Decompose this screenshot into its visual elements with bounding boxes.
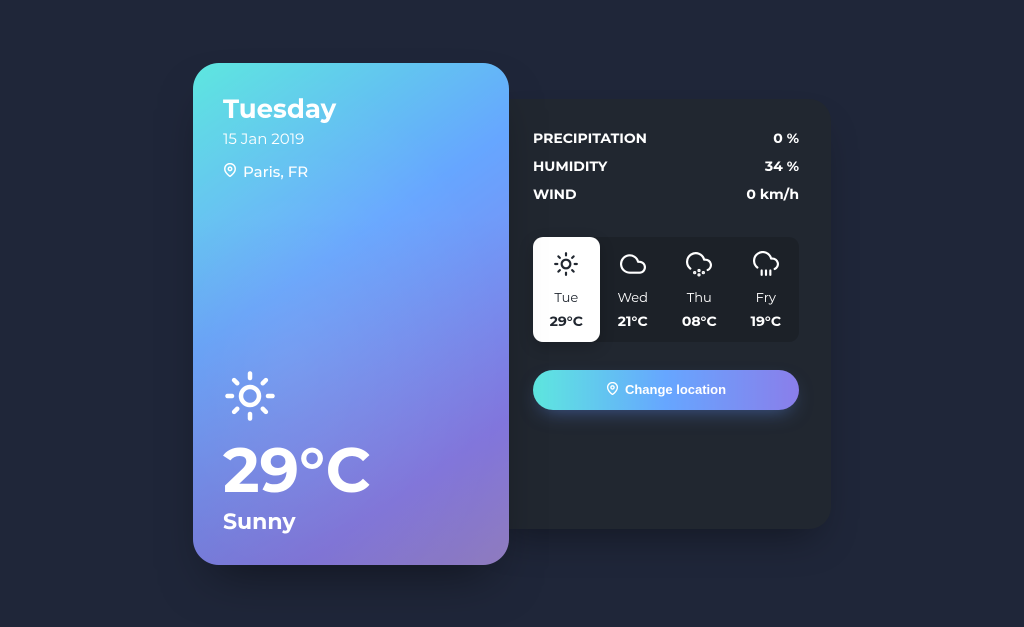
current-day: Tuesday <box>223 93 479 125</box>
current-temp: 29°C <box>223 438 371 503</box>
forecast-day: Fry <box>737 290 796 306</box>
forecast-day: Wed <box>604 290 663 306</box>
current-date: 15 Jan 2019 <box>223 129 479 148</box>
current-condition: Sunny <box>223 508 371 535</box>
forecast-temp: 29°C <box>537 312 596 330</box>
weather-summary: 29°C Sunny <box>223 369 371 534</box>
stats-list: Precipitation 0 % Humidity 34 % Wind 0 k… <box>533 129 799 213</box>
button-label: Change location <box>625 382 726 397</box>
forecast-temp: 19°C <box>737 312 796 330</box>
location-row: Paris, FR <box>223 162 479 181</box>
rain-icon <box>753 271 779 290</box>
stat-humidity: Humidity 34 % <box>533 157 799 175</box>
stat-label: Precipitation <box>533 129 647 147</box>
weather-header: Tuesday 15 Jan 2019 Paris, FR <box>223 93 479 181</box>
stat-label: Wind <box>533 185 577 203</box>
weather-card-main: Tuesday 15 Jan 2019 Paris, FR 29°C Sunny <box>193 63 509 565</box>
stat-precipitation: Precipitation 0 % <box>533 129 799 147</box>
snow-icon <box>686 271 712 290</box>
forecast-day: Tue <box>537 290 596 306</box>
weather-widget: Tuesday 15 Jan 2019 Paris, FR 29°C Sunny… <box>193 63 831 565</box>
map-pin-icon <box>606 382 619 398</box>
forecast-list: Tue 29°C Wed 21°C Thu 08°C <box>533 237 799 342</box>
forecast-item-fry[interactable]: Fry 19°C <box>733 237 800 342</box>
forecast-day: Thu <box>670 290 729 306</box>
stat-value: 0 km/h <box>746 185 799 203</box>
stat-value: 34 % <box>765 157 799 175</box>
forecast-item-wed[interactable]: Wed 21°C <box>600 237 667 342</box>
forecast-temp: 21°C <box>604 312 663 330</box>
stat-label: Humidity <box>533 157 607 175</box>
forecast-temp: 08°C <box>670 312 729 330</box>
current-location: Paris, FR <box>243 162 308 181</box>
stat-value: 0 % <box>773 129 799 147</box>
sun-icon <box>223 369 371 428</box>
weather-card-details: Precipitation 0 % Humidity 34 % Wind 0 k… <box>489 99 831 529</box>
forecast-item-thu[interactable]: Thu 08°C <box>666 237 733 342</box>
sun-icon <box>553 271 579 290</box>
stat-wind: Wind 0 km/h <box>533 185 799 203</box>
change-location-button[interactable]: Change location <box>533 370 799 410</box>
forecast-item-tue[interactable]: Tue 29°C <box>533 237 600 342</box>
cloud-icon <box>620 271 646 290</box>
map-pin-icon <box>223 162 237 181</box>
